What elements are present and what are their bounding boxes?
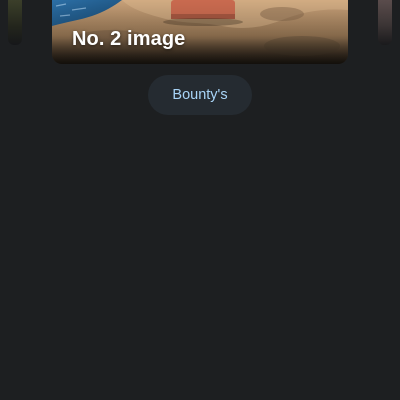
image-caption: No. 2 image — [72, 28, 186, 50]
app-screen: No. 2 image Bounty's — [0, 0, 400, 400]
image-carousel[interactable]: No. 2 image — [0, 0, 400, 66]
current-image-card[interactable]: No. 2 image — [52, 0, 348, 64]
previous-image-peek[interactable] — [8, 0, 22, 45]
bounty-chip[interactable]: Bounty's — [148, 75, 252, 115]
next-image-peek[interactable] — [378, 0, 392, 45]
